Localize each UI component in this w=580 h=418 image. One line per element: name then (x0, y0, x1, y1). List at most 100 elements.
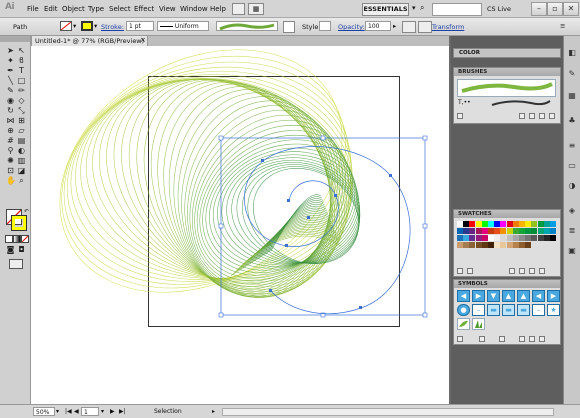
recolor-artwork-button[interactable] (402, 21, 416, 33)
swatch[interactable] (494, 242, 501, 248)
eyedropper-tool-icon[interactable]: ⚲ (6, 146, 15, 155)
delete-brush-button[interactable] (549, 113, 555, 119)
symbol-arrow-up-alt-icon[interactable]: ▲ (517, 290, 530, 302)
swatch[interactable] (488, 228, 494, 234)
stroke-box[interactable] (11, 215, 27, 231)
swatch[interactable] (475, 228, 482, 234)
swatch[interactable] (550, 235, 556, 241)
swatch[interactable] (525, 228, 532, 234)
artboard-tool-icon[interactable]: ⊡ (6, 166, 15, 175)
swatch[interactable] (500, 221, 507, 227)
swatch[interactable] (488, 221, 494, 227)
swatch[interactable] (543, 228, 550, 234)
swatch[interactable] (525, 235, 532, 241)
opacity-label[interactable]: Opacity: (338, 23, 365, 31)
swatch[interactable] (463, 228, 470, 234)
swatch[interactable] (506, 228, 513, 234)
workspace-switcher[interactable]: ESSENTIALS (362, 3, 409, 16)
symbol-arrow-left-alt-icon[interactable]: ◀ (532, 290, 545, 302)
menu-effect[interactable]: Effect (134, 5, 154, 13)
screen-mode-icon[interactable] (9, 259, 23, 269)
status-menu-icon[interactable]: ▸ (212, 408, 215, 415)
last-artboard-icon[interactable]: ▶| (119, 408, 126, 415)
mesh-tool-icon[interactable]: # (6, 136, 15, 145)
appearance-icon[interactable]: ◈ (567, 206, 577, 216)
swatch[interactable] (463, 242, 470, 248)
close-document-icon[interactable]: × (140, 36, 146, 44)
swatch[interactable] (481, 242, 488, 248)
graphic-style-swatch[interactable] (283, 21, 295, 33)
swatch[interactable] (543, 235, 550, 241)
symbol-arrow-up-icon[interactable]: ▲ (502, 290, 515, 302)
swatch[interactable] (519, 235, 525, 241)
direct-selection-tool-icon[interactable]: ↖ (17, 46, 26, 55)
gradient-icon[interactable]: ▭ (567, 161, 577, 171)
stroke-label[interactable]: Stroke: (101, 23, 124, 31)
swatch[interactable] (457, 221, 463, 227)
swatches-panel-header[interactable]: SWATCHES (454, 210, 560, 218)
place-symbol-button[interactable] (479, 336, 485, 342)
swatch[interactable] (519, 221, 525, 227)
swatch[interactable] (519, 242, 525, 248)
cs-live-button[interactable]: CS Live (487, 5, 511, 13)
fill-dropdown-icon[interactable]: ▾ (73, 22, 76, 30)
stroke-weight-field[interactable]: 1 pt (126, 21, 154, 31)
opacity-dropdown-icon[interactable]: ▸ (393, 22, 396, 30)
eraser-tool-icon[interactable]: ◇ (17, 96, 26, 105)
swatch[interactable] (512, 228, 519, 234)
brush-preview-selected[interactable] (457, 79, 556, 97)
swatch[interactable] (488, 242, 494, 248)
symbol-bar-2-icon[interactable]: ▬ (502, 304, 515, 316)
symbol-libraries-button[interactable] (457, 336, 463, 342)
swatch[interactable] (475, 242, 482, 248)
slice-tool-icon[interactable]: ◪ (17, 166, 26, 175)
symbol-arrow-down-icon[interactable]: ▼ (487, 290, 500, 302)
pen-tool-icon[interactable]: ✒ (6, 66, 15, 75)
draw-normal-icon[interactable]: ◙ (6, 245, 15, 254)
document-tab[interactable]: Untitled-1* @ 77% (RGB/Preview) (31, 35, 148, 46)
pencil-tool-icon[interactable]: ✏ (17, 86, 26, 95)
paintbrush-tool-icon[interactable]: ✎ (6, 86, 15, 95)
brushes-icon[interactable]: ✎ (567, 69, 577, 79)
opacity-field[interactable]: 100 (365, 21, 391, 31)
swatch[interactable] (506, 235, 513, 241)
variable-width-profile[interactable]: Uniform (157, 21, 209, 31)
symbol-grid[interactable]: ◀ ▶ ▼ ▲ ▲ ◀ ▶ ● – ▬ ▬ ▬ – ★ (457, 290, 560, 330)
align-button[interactable] (418, 21, 432, 33)
symbol-dash-icon[interactable]: – (532, 304, 545, 316)
swatch[interactable] (537, 221, 544, 227)
brushes-panel-header[interactable]: BRUSHES (454, 68, 560, 76)
lasso-tool-icon[interactable]: ϐ (17, 56, 26, 65)
width-tool-icon[interactable]: ⋈ (6, 116, 15, 125)
symbol-minus-icon[interactable]: – (472, 304, 485, 316)
menu-view[interactable]: View (159, 5, 176, 13)
brush-row[interactable]: T,•• (457, 97, 554, 110)
close-button[interactable]: ✕ (563, 2, 579, 16)
delete-swatch-button[interactable] (539, 268, 545, 274)
draw-behind-icon[interactable]: ◘ (17, 245, 26, 254)
zoom-dropdown-icon[interactable]: ▾ (56, 408, 59, 415)
delete-symbol-button[interactable] (539, 336, 545, 342)
zoom-level-field[interactable]: 50% (33, 407, 55, 416)
magic-wand-tool-icon[interactable]: ✦ (6, 56, 15, 65)
shape-builder-tool-icon[interactable]: ⊕ (6, 126, 15, 135)
brush-options-button[interactable] (529, 113, 535, 119)
swatch[interactable] (457, 242, 463, 248)
swatch-libraries-button[interactable] (457, 268, 463, 274)
swatch[interactable] (537, 235, 544, 241)
none-mode-icon[interactable] (21, 235, 29, 243)
color-panel-tab[interactable]: COLOR (453, 48, 561, 58)
remove-brush-stroke-button[interactable] (519, 113, 525, 119)
swatch[interactable] (506, 221, 513, 227)
style-dropdown[interactable] (319, 21, 331, 31)
bridge-button[interactable] (232, 3, 245, 15)
artboard-number-field[interactable]: 1 (81, 407, 99, 416)
stroke-icon[interactable]: ≡ (567, 141, 577, 151)
menu-window[interactable]: Window (180, 5, 208, 13)
swap-fill-stroke-icon[interactable]: ↶ (22, 207, 31, 216)
swatch[interactable] (531, 221, 538, 227)
swatch[interactable] (525, 221, 532, 227)
swatch[interactable] (550, 221, 556, 227)
blend-tool-icon[interactable]: ◐ (17, 146, 26, 155)
control-panel-menu-icon[interactable]: ≡ (560, 22, 565, 30)
